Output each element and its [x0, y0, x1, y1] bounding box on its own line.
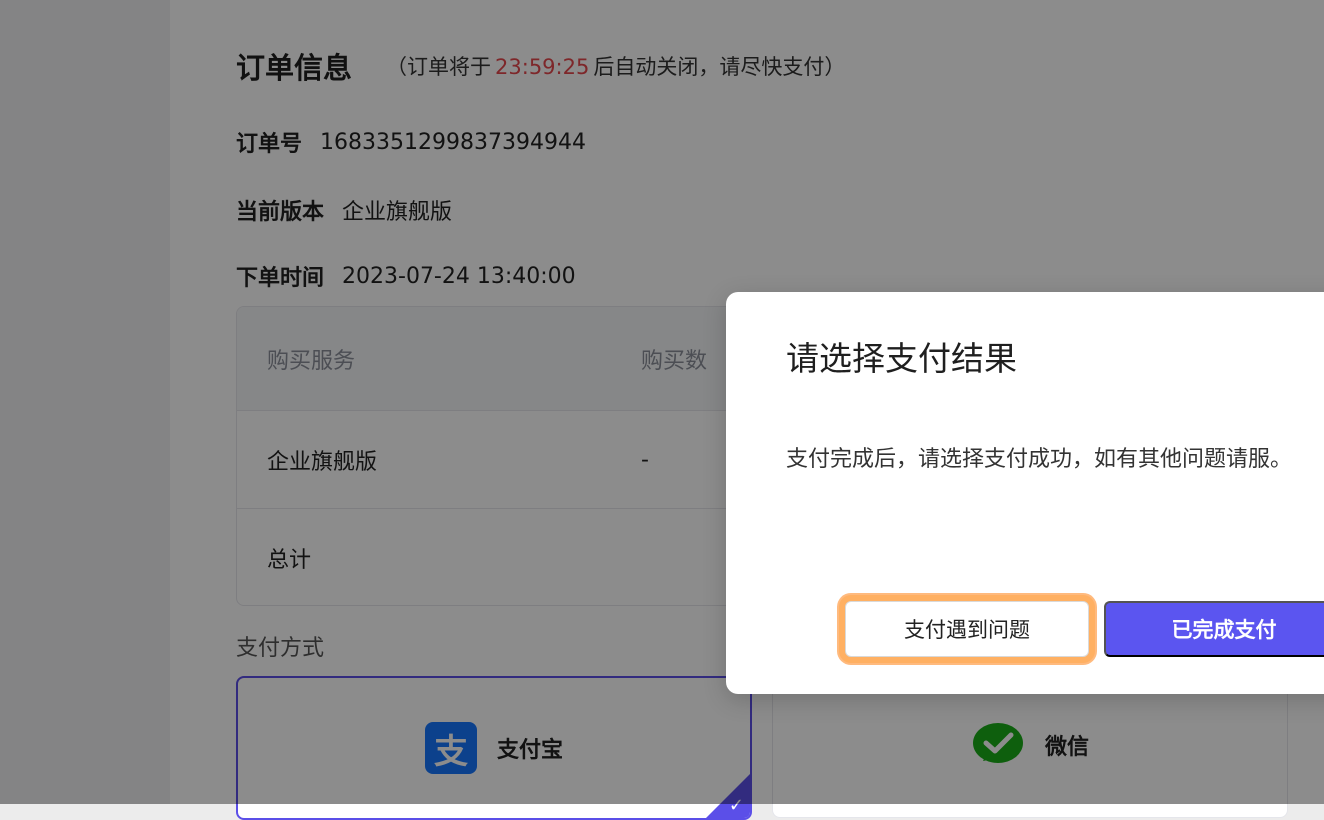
dialog-title: 请选择支付结果	[786, 339, 1017, 378]
payment-result-dialog: 请选择支付结果 支付完成后，请选择支付成功，如有其他问题请服。 支付遇到问题 已…	[726, 292, 1324, 694]
dialog-message: 支付完成后，请选择支付成功，如有其他问题请服。	[786, 447, 1293, 472]
payment-completed-button[interactable]: 已完成支付	[1104, 601, 1324, 657]
payment-problem-button[interactable]: 支付遇到问题	[845, 601, 1089, 657]
